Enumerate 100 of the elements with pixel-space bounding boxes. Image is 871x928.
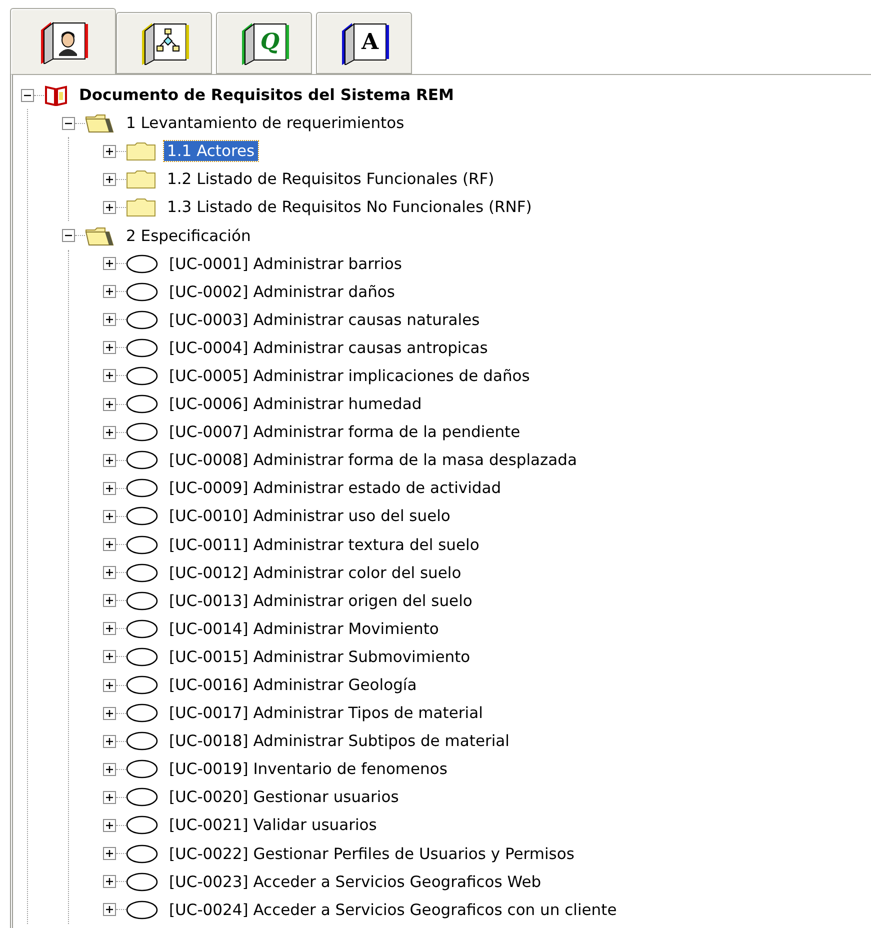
expand-button[interactable]	[103, 257, 116, 270]
expand-button[interactable]	[103, 510, 116, 523]
ellipse-icon	[126, 759, 158, 780]
tree-item[interactable]: [UC-0008] Administrar forma de la masa desplazada	[166, 450, 580, 470]
plus-icon	[105, 764, 114, 774]
expand-button[interactable]	[103, 144, 116, 158]
tree-item[interactable]: 1.3 Listado de Requisitos No Funcionales (RNF)	[164, 197, 535, 218]
expand-button[interactable]	[103, 706, 116, 720]
connector-line	[75, 122, 85, 124]
tab[interactable]: Q	[216, 12, 312, 74]
tree-item[interactable]: 1.1 Actores	[164, 141, 258, 162]
tree-item[interactable]: [UC-0003] Administrar causas naturales	[166, 310, 483, 330]
tree-item[interactable]: [UC-0020] Gestionar usuarios	[166, 787, 402, 808]
tab[interactable]: A	[316, 12, 412, 74]
tree-item[interactable]: [UC-0014] Administrar Movimiento	[166, 618, 442, 639]
tab[interactable]	[10, 8, 116, 74]
expand-button[interactable]	[103, 734, 116, 748]
expand-button[interactable]	[103, 369, 116, 382]
tree-item[interactable]: [UC-0022] Gestionar Perfiles de Usuarios y Permisos	[166, 844, 578, 864]
tree-item[interactable]: [UC-0023] Acceder a Servicios Geograficos Web	[166, 872, 544, 892]
expand-button[interactable]	[103, 847, 116, 860]
expand-button[interactable]	[103, 622, 116, 636]
plus-icon	[105, 596, 114, 606]
tree-item[interactable]: [UC-0001] Administrar barrios	[166, 254, 405, 274]
plus-icon	[105, 371, 114, 380]
tree-item[interactable]: 1.2 Listado de Requisitos Funcionales (RF)	[164, 169, 498, 190]
plus-icon	[105, 624, 114, 634]
expand-button[interactable]	[103, 790, 116, 804]
tree-item[interactable]: [UC-0015] Administrar Submovimiento	[166, 646, 474, 667]
expand-button[interactable]	[103, 313, 116, 326]
tree-item[interactable]: [UC-0024] Acceder a Servicios Geograficos con un cliente	[166, 900, 620, 920]
ellipse-icon	[126, 872, 158, 892]
expand-button[interactable]	[103, 818, 116, 832]
tree-item[interactable]: [UC-0011] Administrar textura del suelo	[166, 534, 482, 555]
expand-button[interactable]	[103, 454, 116, 467]
plus-icon	[105, 905, 114, 914]
expand-button[interactable]	[103, 285, 116, 298]
tree-item[interactable]: [UC-0005] Administrar implicaciones de daños	[166, 366, 533, 386]
plus-icon	[105, 287, 114, 296]
plus-icon	[105, 540, 114, 550]
ellipse-icon	[126, 675, 158, 696]
tree-item[interactable]: [UC-0018] Administrar Subtipos de material	[166, 731, 512, 752]
plus-icon	[105, 849, 114, 858]
expand-button[interactable]	[103, 398, 116, 411]
plus-icon	[105, 680, 114, 690]
expand-button[interactable]	[103, 762, 116, 776]
collapse-button[interactable]	[62, 116, 75, 130]
folder-icon	[126, 197, 156, 218]
plus-icon	[105, 652, 114, 662]
ellipse-icon	[126, 534, 158, 555]
expand-button[interactable]	[103, 678, 116, 692]
tree-item[interactable]: 2 Especificación	[123, 226, 254, 246]
ellipse-icon	[126, 282, 158, 302]
collapse-button[interactable]	[21, 88, 34, 102]
expand-button[interactable]	[103, 875, 116, 888]
folder-icon	[126, 141, 156, 162]
expand-button[interactable]	[103, 482, 116, 495]
ellipse-icon	[126, 450, 158, 470]
expand-button[interactable]	[103, 903, 116, 916]
expand-button[interactable]	[103, 650, 116, 664]
tree-item[interactable]: [UC-0019] Inventario de fenomenos	[166, 759, 450, 780]
expand-button[interactable]	[103, 341, 116, 354]
expand-button[interactable]	[103, 594, 116, 608]
tree-item[interactable]: [UC-0012] Administrar color del suelo	[166, 562, 464, 583]
tree-item[interactable]: Documento de Requisitos del Sistema REM	[76, 85, 457, 106]
tab[interactable]	[116, 12, 212, 74]
tree-item[interactable]: [UC-0004] Administrar causas antropicas	[166, 338, 491, 358]
ellipse-icon	[126, 366, 158, 386]
expand-button[interactable]	[103, 566, 116, 580]
tree-item[interactable]: [UC-0002] Administrar daños	[166, 282, 398, 302]
ellipse-icon	[126, 478, 158, 498]
tab-glyph: Q	[260, 29, 280, 55]
plus-icon	[105, 315, 114, 324]
expand-button[interactable]	[103, 538, 116, 552]
plus-icon	[105, 484, 114, 493]
collapse-button[interactable]	[62, 229, 75, 242]
plus-icon	[105, 456, 114, 465]
ellipse-icon	[126, 731, 158, 752]
tree-item[interactable]: 1 Levantamiento de requerimientos	[123, 113, 408, 134]
ellipse-icon	[126, 422, 158, 442]
ellipse-icon	[126, 394, 158, 414]
tree-item[interactable]: [UC-0006] Administrar humedad	[166, 394, 425, 414]
tree-item[interactable]: [UC-0007] Administrar forma de la pendiente	[166, 422, 524, 442]
ellipse-icon	[126, 787, 158, 808]
tree-item[interactable]: [UC-0013] Administrar origen del suelo	[166, 590, 476, 611]
plus-icon	[105, 259, 114, 268]
open-folder-icon	[85, 113, 115, 134]
expand-button[interactable]	[103, 172, 116, 186]
ellipse-icon	[126, 338, 158, 358]
expand-button[interactable]	[103, 426, 116, 439]
tab-glyph: A	[360, 29, 380, 55]
plus-icon	[105, 400, 114, 409]
tree-item[interactable]: [UC-0010] Administrar uso del suelo	[166, 506, 454, 526]
tree-item[interactable]: [UC-0017] Administrar Tipos de material	[166, 703, 486, 724]
ellipse-icon	[126, 618, 158, 639]
tree-item[interactable]: [UC-0021] Validar usuarios	[166, 815, 380, 836]
expand-button[interactable]	[103, 200, 116, 214]
tree-item[interactable]: [UC-0016] Administrar Geología	[166, 675, 420, 696]
tree-item[interactable]: [UC-0009] Administrar estado de actividad	[166, 478, 504, 498]
folder-icon	[126, 169, 156, 190]
